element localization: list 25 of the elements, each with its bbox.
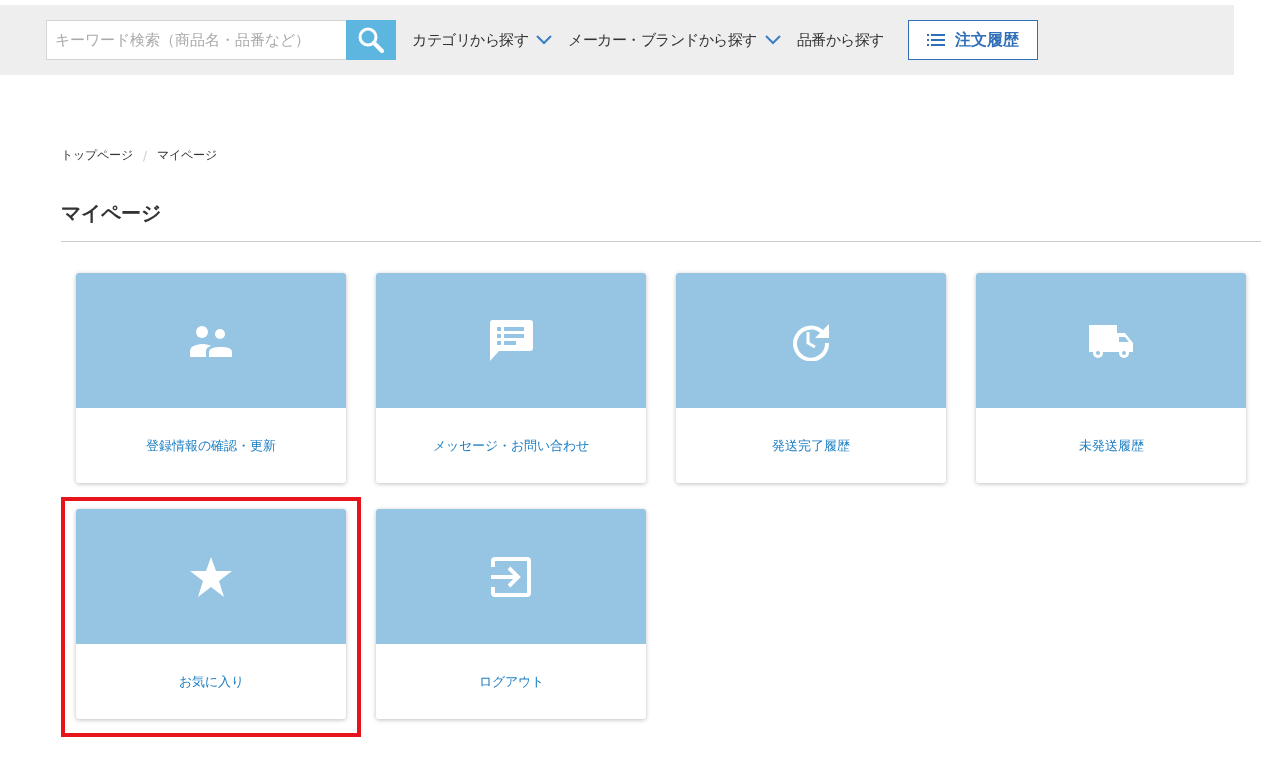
menu-card[interactable]: 発送完了履歴 bbox=[676, 273, 946, 483]
menu-card[interactable]: 未発送履歴 bbox=[976, 273, 1246, 483]
nav-link[interactable]: 品番から探す bbox=[796, 30, 884, 50]
menu-card[interactable]: 登録情報の確認・更新 bbox=[76, 273, 346, 483]
menu-card[interactable]: お気に入り bbox=[76, 509, 346, 719]
search-icon bbox=[357, 26, 385, 54]
message-icon bbox=[489, 319, 533, 362]
search-button[interactable] bbox=[346, 20, 396, 60]
menu-card[interactable]: ログアウト bbox=[376, 509, 646, 719]
order-history-button[interactable]: 注文履歴 bbox=[907, 20, 1038, 60]
nav-link[interactable]: カテゴリから探す bbox=[412, 30, 552, 50]
breadcrumb-link[interactable]: マイページ bbox=[157, 147, 218, 164]
page-title: マイページ bbox=[61, 200, 1261, 242]
chevron-down-icon bbox=[536, 35, 552, 45]
exit-icon bbox=[491, 556, 531, 597]
nav-link[interactable]: メーカー・ブランドから探す bbox=[568, 30, 781, 50]
breadcrumb-separator: / bbox=[143, 148, 148, 163]
truck-icon bbox=[1087, 322, 1135, 359]
people-icon bbox=[189, 324, 233, 357]
breadcrumb-link[interactable]: トップページ bbox=[61, 147, 133, 164]
chevron-down-icon bbox=[764, 35, 781, 45]
search-field[interactable]: キーワード検索（商品名・品番など） bbox=[46, 20, 346, 60]
star-icon bbox=[190, 556, 232, 597]
menu-card[interactable]: メッセージ・お問い合わせ bbox=[376, 273, 646, 483]
list-icon bbox=[926, 33, 945, 47]
